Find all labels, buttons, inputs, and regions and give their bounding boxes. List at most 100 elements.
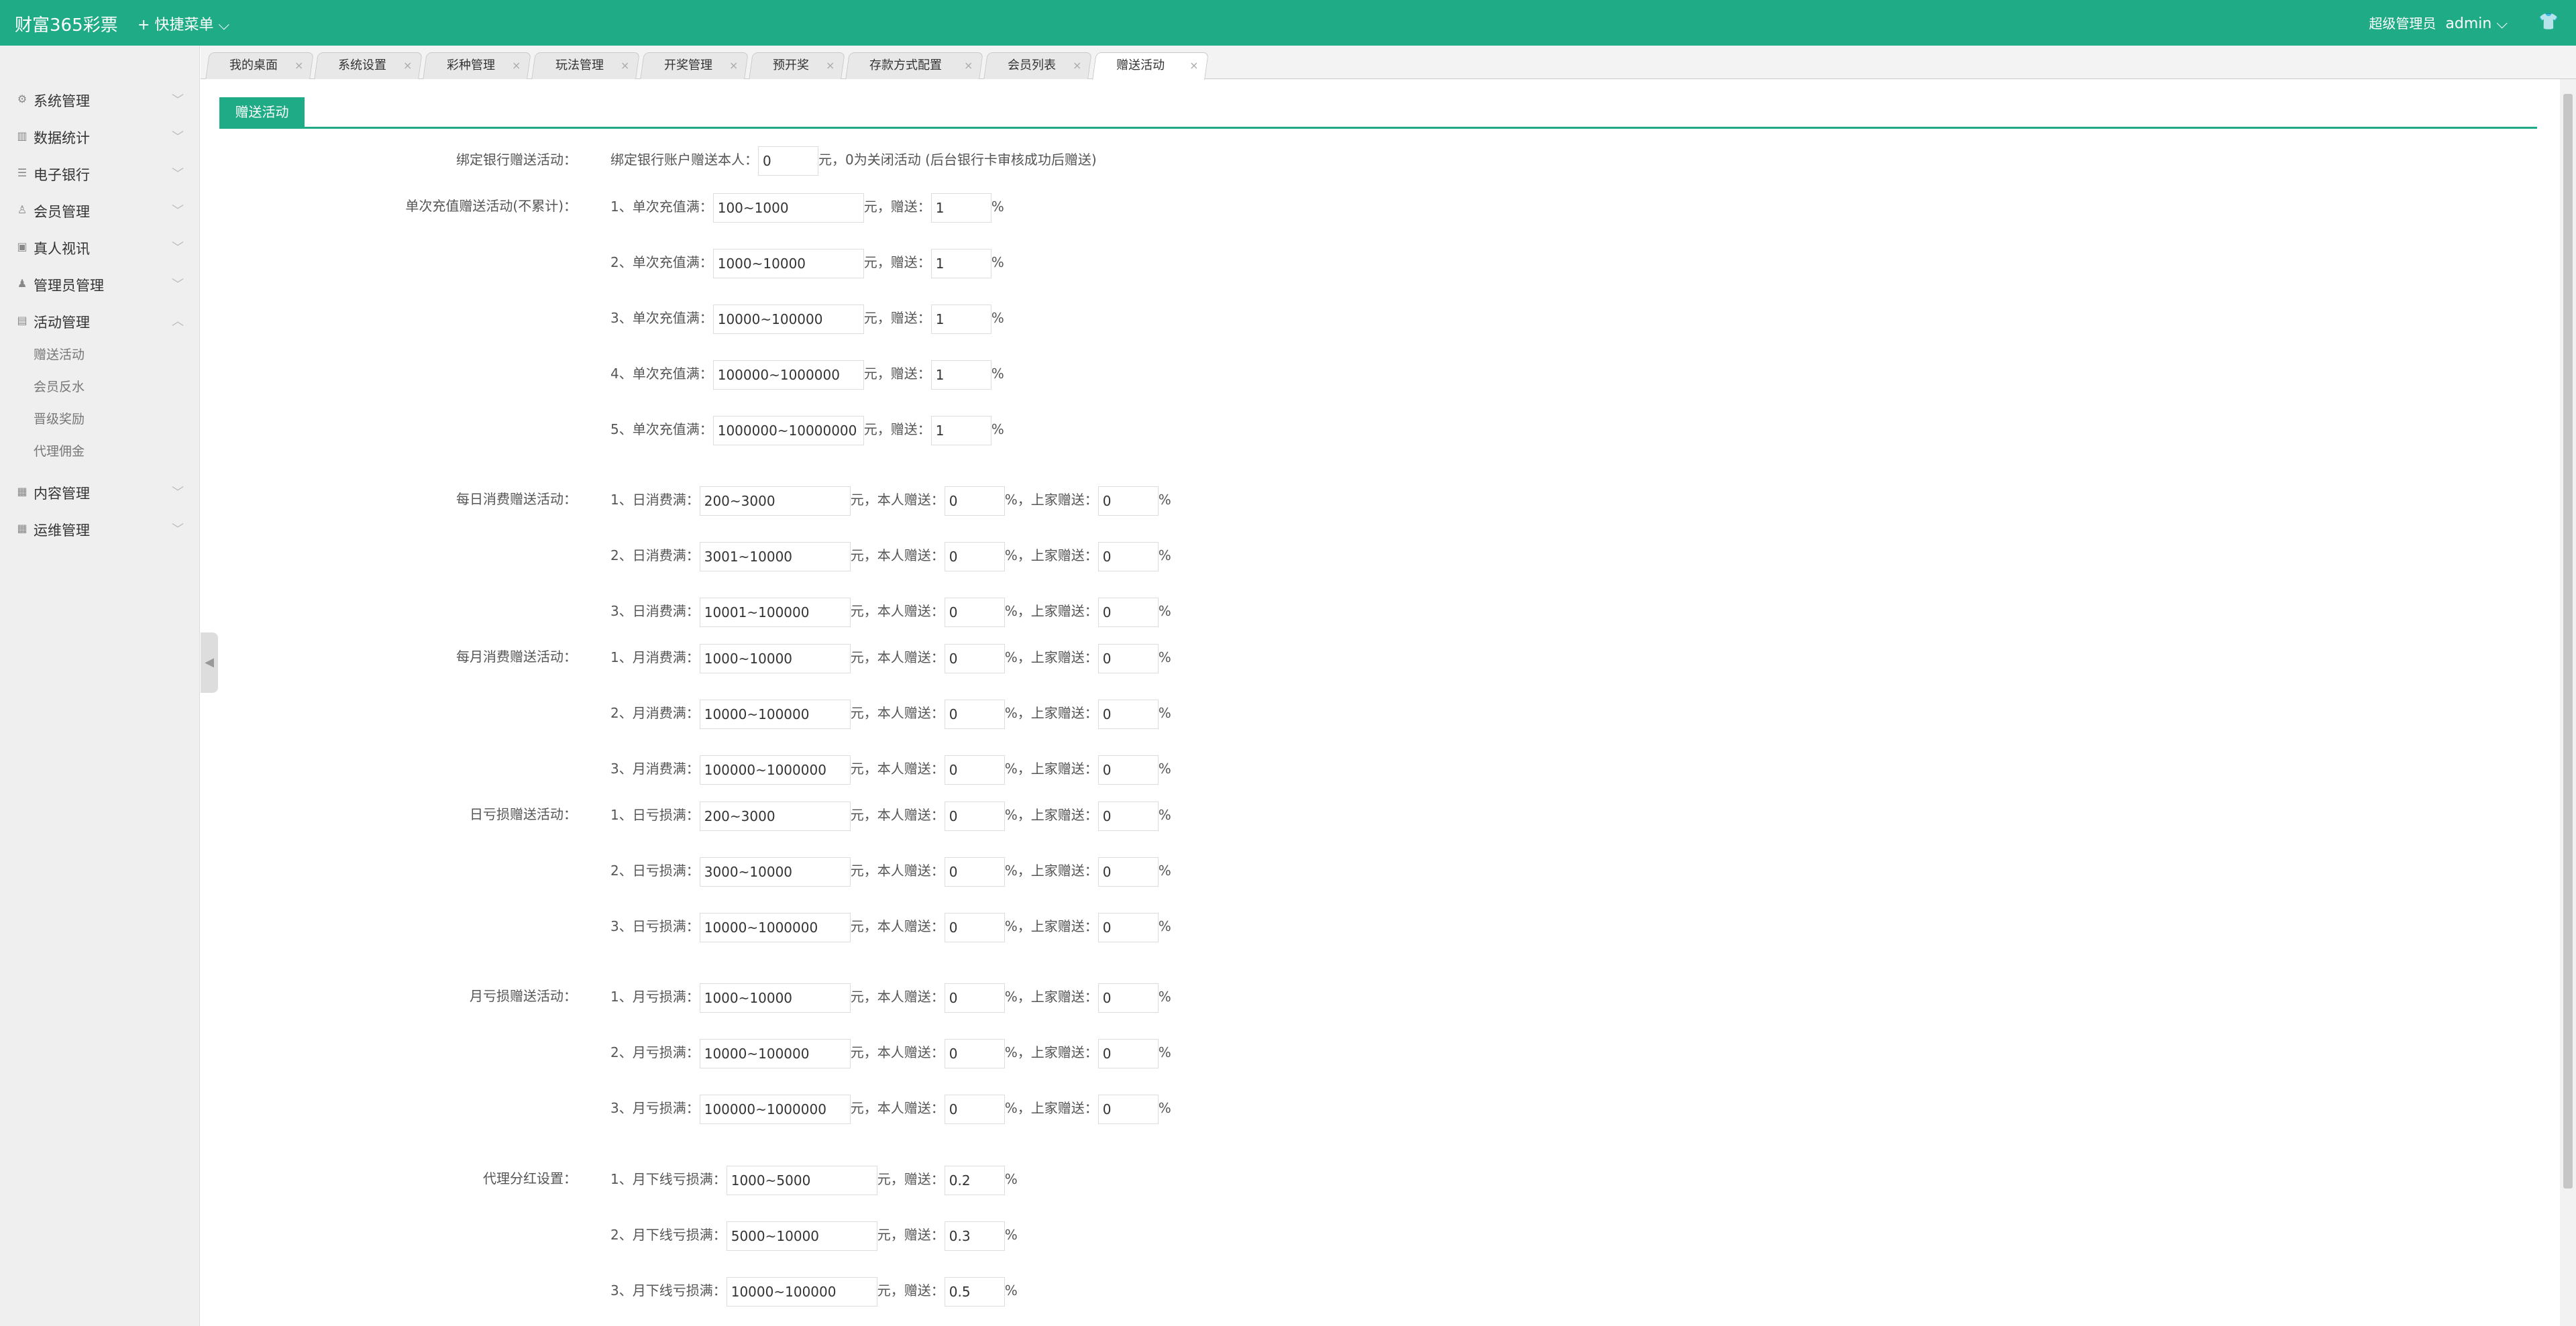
range-input[interactable]: 200~3000 [699,486,851,516]
sidebar-item-7[interactable]: ▤ 活动管理 ︿ [0,304,193,339]
rate-input[interactable]: 1 [930,415,991,445]
self-rate-input[interactable]: 0 [944,912,1005,942]
close-icon[interactable]: × [826,53,835,78]
up-rate-input[interactable]: 0 [1097,597,1159,627]
self-rate-input[interactable]: 0 [944,597,1005,627]
self-rate-input[interactable]: 0 [944,755,1005,785]
row-up-label: %，上家赠送： [1004,1044,1098,1060]
range-input[interactable]: 10000~100000 [699,699,851,729]
range-input[interactable]: 100000~1000000 [699,1094,851,1124]
up-rate-input[interactable]: 0 [1097,699,1159,729]
sidebar-item-1[interactable]: ⚙ 系统管理 ﹀ [0,82,193,117]
range-input[interactable]: 10000~1000000 [699,912,851,942]
rate-input[interactable]: 1 [930,192,991,223]
self-rate-input[interactable]: 0 [944,1094,1005,1124]
row-prefix: 3、月消费满： [610,761,700,777]
tab-8[interactable]: 会员列表 × [983,52,1092,79]
sidebar-item-9[interactable]: ▦ 运维管理 ﹀ [0,512,193,547]
close-icon[interactable]: × [512,53,521,78]
range-input[interactable]: 10001~100000 [699,597,851,627]
close-icon[interactable]: × [964,53,973,78]
tab-6[interactable]: 预开奖 × [749,52,845,79]
up-rate-input[interactable]: 0 [1097,857,1159,887]
up-rate-input[interactable]: 0 [1097,983,1159,1013]
rate-input[interactable]: 1 [930,248,991,278]
bank-amount-input[interactable]: 0 [758,146,818,176]
close-icon[interactable]: × [294,53,303,78]
close-icon[interactable]: × [621,53,629,78]
skin-shirt-icon[interactable]: 👕 [2538,12,2559,31]
range-input[interactable]: 3000~10000 [699,857,851,887]
up-rate-input[interactable]: 0 [1097,801,1159,831]
row-unit: % [1158,863,1171,879]
range-input[interactable]: 5000~10000 [726,1221,877,1251]
self-rate-input[interactable]: 0 [944,801,1005,831]
up-rate-input[interactable]: 0 [1097,643,1159,673]
tab-9[interactable]: 赠送活动 × [1092,52,1209,80]
rate-input[interactable]: 0.2 [944,1165,1005,1195]
self-rate-input[interactable]: 0 [944,699,1005,729]
recharge-activity-label: 单次充值赠送活动(不累计)： [405,198,577,214]
self-rate-input[interactable]: 0 [944,1038,1005,1068]
row-unit: % [1158,547,1171,563]
quick-menu-button[interactable]: + 快捷菜单 ⌵ [138,13,229,34]
rate-input[interactable]: 0.5 [944,1276,1005,1307]
sidebar-subitem-4[interactable]: 代理佣金 [34,441,85,459]
up-rate-input[interactable]: 0 [1097,1094,1159,1124]
range-input[interactable]: 1000~10000 [712,248,864,278]
close-icon[interactable]: × [403,53,412,78]
range-input[interactable]: 100000~1000000 [699,755,851,785]
range-input[interactable]: 10000~100000 [726,1276,877,1307]
range-input[interactable]: 1000~5000 [726,1165,877,1195]
range-input[interactable]: 10000~100000 [712,304,864,334]
self-rate-input[interactable]: 0 [944,541,1005,571]
up-rate-input[interactable]: 0 [1097,486,1159,516]
sidebar-item-5[interactable]: ▣ 真人视讯 ﹀ [0,230,193,265]
rate-input[interactable]: 0.3 [944,1221,1005,1251]
range-input[interactable]: 100~1000 [712,192,864,223]
range-input[interactable]: 3001~10000 [699,541,851,571]
chevron-down-icon: ﹀ [172,93,184,107]
row-mid: 元，赠送： [877,1171,945,1187]
rate-input[interactable]: 1 [930,304,991,334]
up-rate-input[interactable]: 0 [1097,912,1159,942]
up-rate-input[interactable]: 0 [1097,1038,1159,1068]
range-input[interactable]: 1000000~10000000 [712,415,864,445]
self-rate-input[interactable]: 0 [944,486,1005,516]
range-input[interactable]: 100000~1000000 [712,360,864,390]
sidebar-subitem-3[interactable]: 晋级奖励 [34,409,85,427]
user-menu[interactable]: 超级管理员 admin ⌵ [2369,13,2508,32]
row-prefix: 2、月亏损满： [610,1044,700,1060]
sidebar-item-6[interactable]: ♟ 管理员管理 ﹀ [0,267,193,302]
scrollbar-thumb[interactable] [2563,94,2573,1189]
row-prefix: 3、月亏损满： [610,1100,700,1116]
tab-5[interactable]: 开奖管理 × [640,52,749,79]
tab-1[interactable]: 我的桌面 × [205,52,314,79]
self-rate-input[interactable]: 0 [944,983,1005,1013]
range-input[interactable]: 200~3000 [699,801,851,831]
agent-row-3: 3、月下线亏损满： 10000~100000 元，赠送： 0.5% [610,1276,1018,1307]
self-rate-input[interactable]: 0 [944,857,1005,887]
self-rate-input[interactable]: 0 [944,643,1005,673]
tab-7[interactable]: 存款方式配置 × [845,52,983,79]
row-prefix: 1、月下线亏损满： [610,1171,727,1187]
range-input[interactable]: 10000~100000 [699,1038,851,1068]
close-icon[interactable]: × [729,53,738,78]
row-up-label: %，上家赠送： [1004,603,1098,619]
chevron-up-icon: ︿ [172,315,184,329]
agent-dividend-label: 代理分红设置： [483,1170,577,1186]
close-icon[interactable]: × [1189,53,1198,78]
up-rate-input[interactable]: 0 [1097,541,1159,571]
tab-2[interactable]: 系统设置 × [314,52,423,79]
rate-input[interactable]: 1 [930,360,991,390]
up-rate-input[interactable]: 0 [1097,755,1159,785]
app-logo[interactable]: 财富365彩票 [15,11,118,36]
sidebar-subitem-2[interactable]: 会员反水 [34,377,85,395]
tab-4[interactable]: 玩法管理 × [531,52,640,79]
range-input[interactable]: 1000~10000 [699,983,851,1013]
tab-3[interactable]: 彩种管理 × [423,52,531,79]
range-input[interactable]: 1000~10000 [699,643,851,673]
sidebar-subitem-1[interactable]: 赠送活动 [34,345,85,363]
close-icon[interactable]: × [1073,53,1081,78]
daily-activity-label: 每日消费赠送活动： [456,491,577,507]
